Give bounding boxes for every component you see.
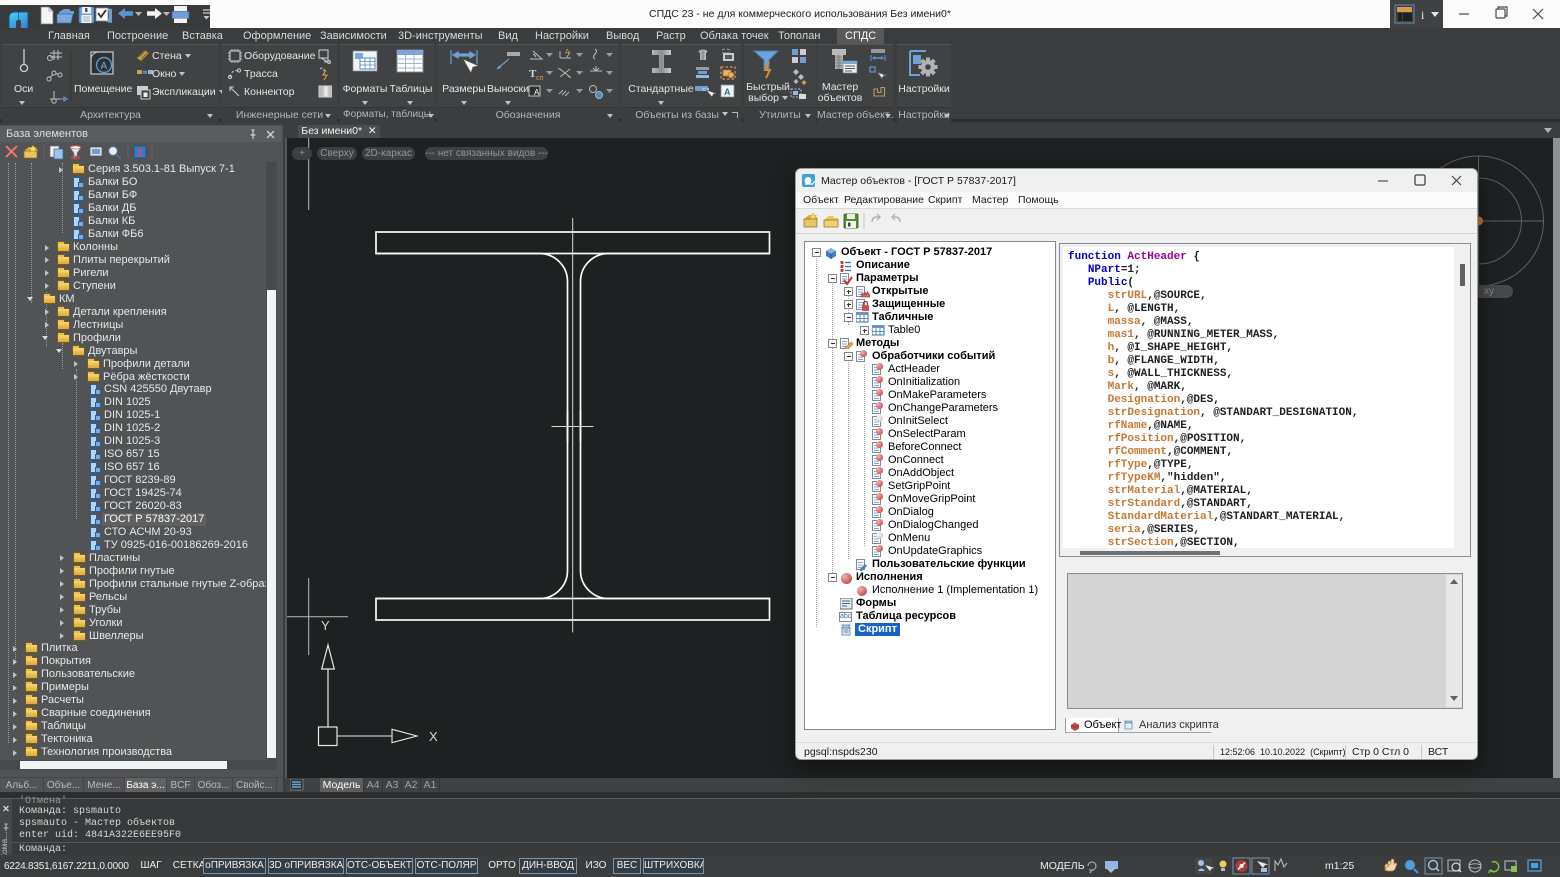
- svg-text:A: A: [101, 61, 108, 72]
- svg-text:2: 2: [137, 147, 143, 159]
- svg-text:X: X: [429, 729, 438, 744]
- svg-text:сп: сп: [536, 75, 544, 82]
- svg-text:i: i: [1421, 8, 1425, 22]
- svg-text:Y: Y: [321, 618, 330, 633]
- svg-text:A: A: [565, 49, 570, 56]
- svg-text:A: A: [724, 87, 731, 97]
